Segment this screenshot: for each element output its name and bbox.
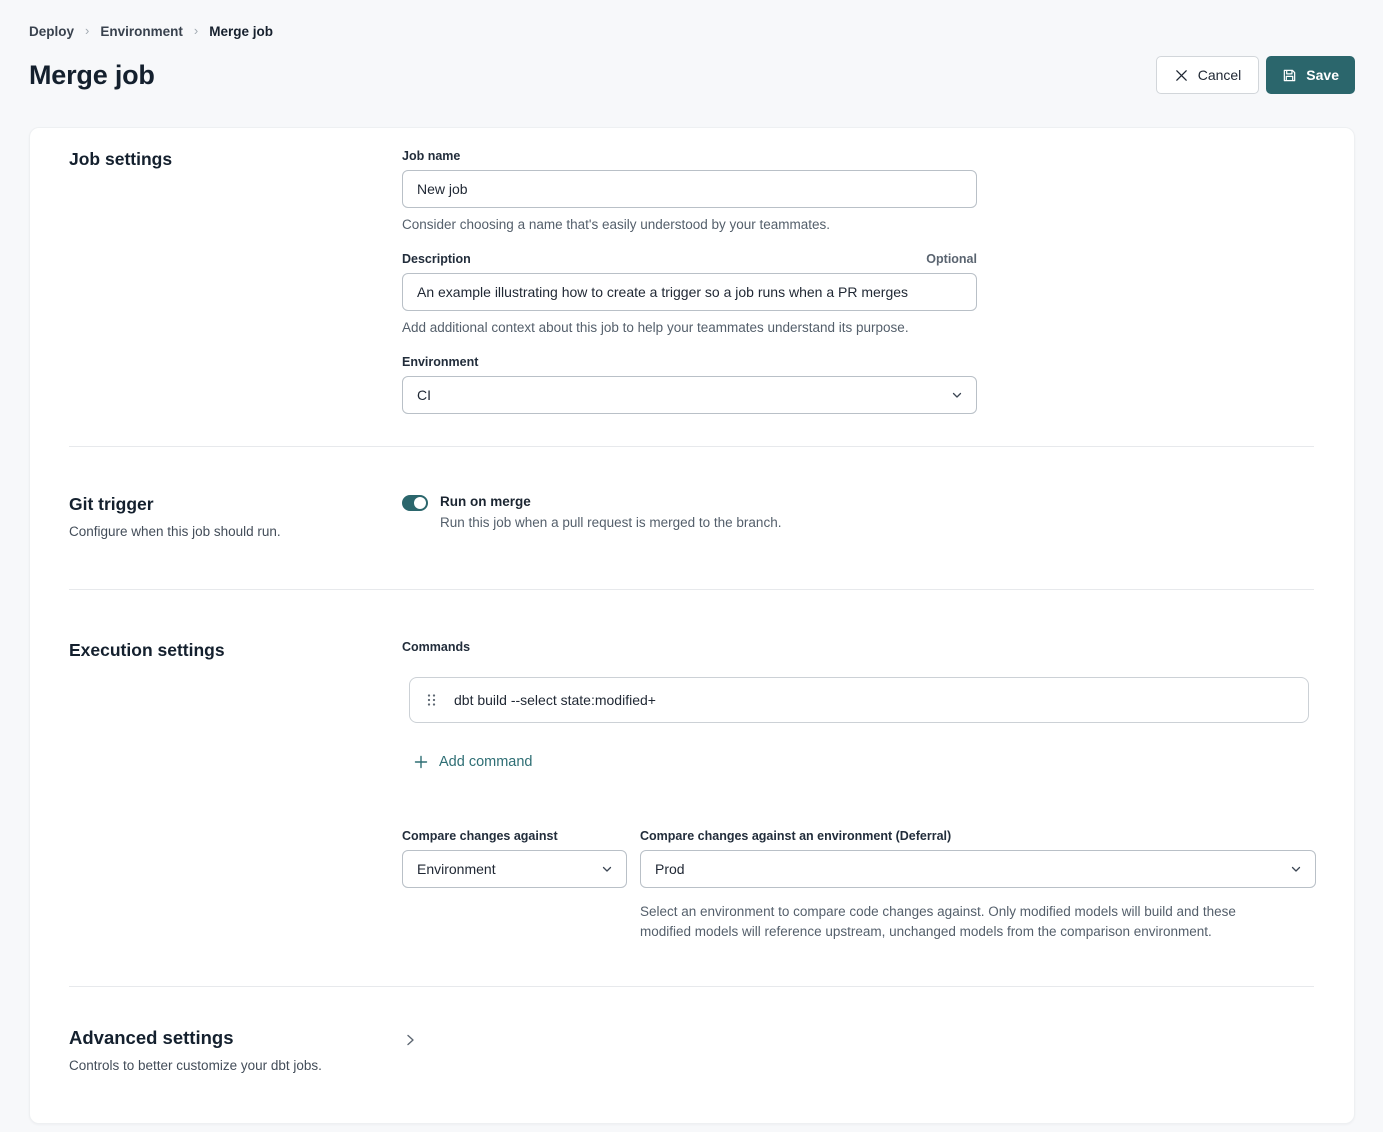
section-job-settings: Job settings Job name Consider choosing …	[30, 128, 1354, 446]
description-optional-tag: Optional	[926, 252, 977, 266]
job-name-helper: Consider choosing a name that's easily u…	[402, 217, 1314, 232]
description-label: Description	[402, 252, 471, 266]
add-command-label: Add command	[439, 754, 533, 770]
git-trigger-heading: Git trigger	[69, 494, 402, 515]
chevron-right-icon[interactable]	[403, 1033, 417, 1052]
run-on-merge-description: Run this job when a pull request is merg…	[440, 515, 781, 530]
environment-select-value: CI	[417, 387, 431, 403]
job-name-label: Job name	[402, 149, 1314, 163]
breadcrumb-item-environment[interactable]: Environment	[100, 24, 183, 39]
close-icon	[1174, 68, 1189, 83]
job-settings-heading: Job settings	[69, 149, 402, 170]
breadcrumb-item-deploy[interactable]: Deploy	[29, 24, 74, 39]
deferral-label: Compare changes against an environment (…	[640, 829, 1316, 843]
section-advanced-settings[interactable]: Advanced settings Controls to better cus…	[30, 987, 1354, 1123]
section-job-settings-left: Job settings	[69, 149, 402, 414]
section-execution-settings-right: Commands dbt build --select state:modifi…	[402, 640, 1314, 942]
job-name-input[interactable]	[402, 170, 977, 208]
section-advanced-settings-left: Advanced settings Controls to better cus…	[69, 1027, 402, 1073]
run-on-merge-label: Run on merge	[440, 494, 781, 509]
chevron-down-icon	[1290, 863, 1302, 875]
environment-label: Environment	[402, 355, 1314, 369]
description-field-group: Description Optional Add additional cont…	[402, 252, 1314, 335]
drag-handle-icon[interactable]	[426, 693, 437, 707]
run-on-merge-text: Run on merge Run this job when a pull re…	[440, 494, 781, 530]
advanced-settings-heading: Advanced settings	[69, 1027, 402, 1049]
section-git-trigger-left: Git trigger Configure when this job shou…	[69, 494, 402, 539]
section-execution-settings-left: Execution settings	[69, 640, 402, 942]
breadcrumb-separator-icon: ›	[194, 23, 198, 38]
run-on-merge-row: Run on merge Run this job when a pull re…	[402, 494, 1314, 530]
deferral-helper: Select an environment to compare code ch…	[640, 902, 1288, 942]
section-git-trigger: Git trigger Configure when this job shou…	[30, 447, 1354, 589]
section-git-trigger-right: Run on merge Run this job when a pull re…	[402, 494, 1314, 539]
compare-row: Compare changes against Environment Comp…	[402, 829, 1314, 942]
description-helper: Add additional context about this job to…	[402, 320, 1314, 335]
cancel-button-label: Cancel	[1198, 67, 1242, 83]
section-execution-settings: Execution settings Commands dbt build --…	[30, 590, 1354, 986]
environment-select[interactable]: CI	[402, 376, 977, 414]
deferral-group: Compare changes against an environment (…	[640, 829, 1316, 942]
deferral-select[interactable]: Prod	[640, 850, 1316, 888]
plus-icon	[414, 755, 428, 769]
commands-label: Commands	[402, 640, 1314, 654]
compare-changes-select[interactable]: Environment	[402, 850, 627, 888]
breadcrumb-item-merge-job: Merge job	[209, 24, 273, 39]
save-button[interactable]: Save	[1266, 56, 1355, 94]
execution-settings-heading: Execution settings	[69, 640, 402, 661]
chevron-down-icon	[951, 389, 963, 401]
git-trigger-subheading: Configure when this job should run.	[69, 524, 402, 539]
deferral-select-value: Prod	[655, 861, 685, 877]
compare-changes-label: Compare changes against	[402, 829, 627, 843]
breadcrumb: Deploy › Environment › Merge job	[29, 24, 1355, 39]
description-label-row: Description Optional	[402, 252, 977, 266]
compare-changes-group: Compare changes against Environment	[402, 829, 627, 942]
chevron-down-icon	[601, 863, 613, 875]
breadcrumb-separator-icon: ›	[85, 23, 89, 38]
section-job-settings-right: Job name Consider choosing a name that's…	[402, 149, 1314, 414]
header-actions: Cancel Save	[1156, 56, 1355, 94]
command-row[interactable]: dbt build --select state:modified+	[409, 677, 1309, 723]
job-settings-card: Job settings Job name Consider choosing …	[29, 127, 1355, 1124]
advanced-settings-subheading: Controls to better customize your dbt jo…	[69, 1058, 402, 1073]
cancel-button[interactable]: Cancel	[1156, 56, 1260, 94]
command-text[interactable]: dbt build --select state:modified+	[454, 692, 656, 708]
add-command-button[interactable]: Add command	[414, 754, 533, 770]
page-header: Deploy › Environment › Merge job Merge j…	[0, 0, 1383, 94]
job-name-field-group: Job name Consider choosing a name that's…	[402, 149, 1314, 232]
title-row: Merge job Cancel Save	[29, 56, 1355, 94]
page-title: Merge job	[29, 60, 155, 91]
description-input[interactable]	[402, 273, 977, 311]
environment-field-group: Environment CI	[402, 355, 1314, 414]
save-button-label: Save	[1306, 67, 1339, 83]
compare-changes-select-value: Environment	[417, 861, 496, 877]
save-disk-icon	[1282, 68, 1297, 83]
run-on-merge-toggle[interactable]	[402, 495, 428, 511]
